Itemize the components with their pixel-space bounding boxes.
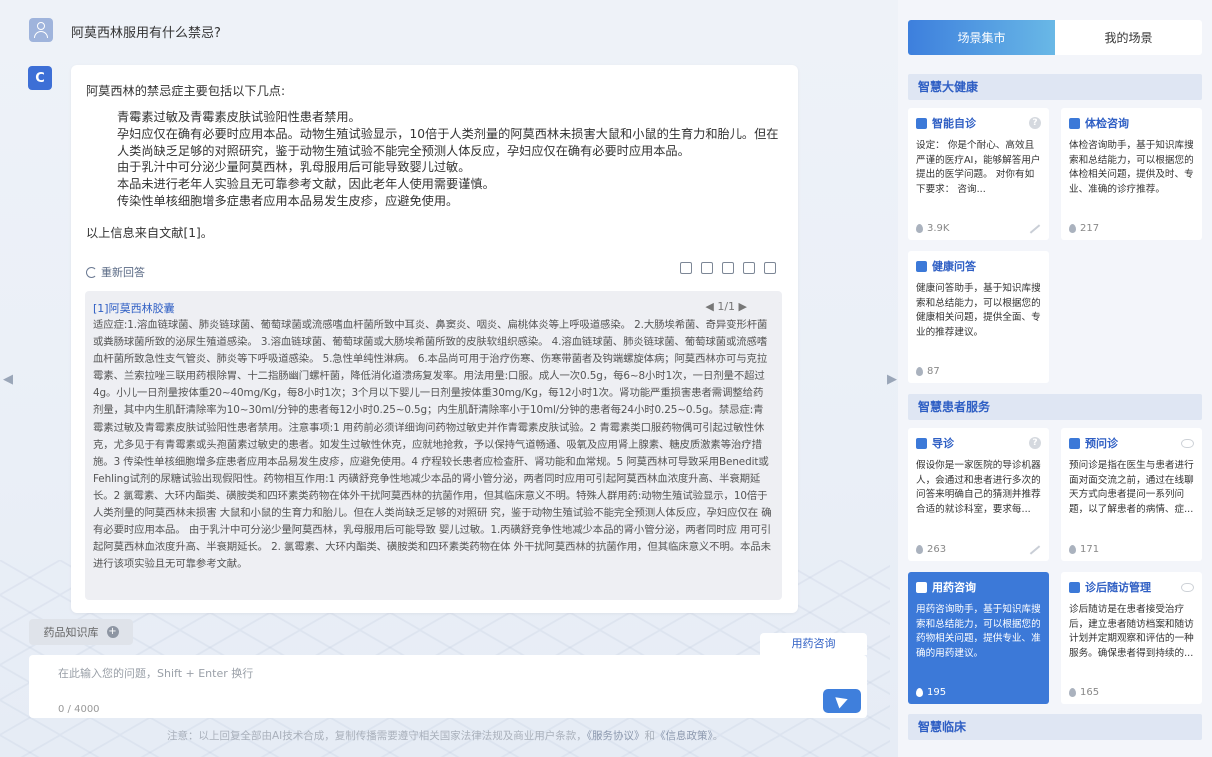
disclaimer: 注意：以上回复全部由AI技术合成，复制传播需要遵守相关国家法律法规及商业用户条款… <box>167 728 723 743</box>
card-count: 217 <box>1080 223 1100 234</box>
chat-input-box: 0 / 4000 <box>29 655 867 718</box>
eye-icon[interactable] <box>1181 582 1194 592</box>
user-question: 阿莫西林服用有什么禁忌? <box>71 26 221 41</box>
scene-card-guide[interactable]: 导诊? 假设你是一家医院的导诊机器人，会通过和患者进行多次的问答来明确自己的猜测… <box>908 428 1049 561</box>
edit-icon[interactable] <box>1029 544 1041 555</box>
answer-point: 由于乳汁中可分泌少量阿莫西林，乳母服用后可能导致婴儿过敏。 <box>117 160 471 175</box>
privacy-policy-link[interactable]: 《信息政策》 <box>655 730 713 742</box>
heat-icon <box>1069 688 1076 697</box>
card-description: 体检咨询助手，基于知识库搜索和总结能力，可以根据您的体检相关问题，提供及时、专业… <box>1069 140 1194 195</box>
send-icon <box>834 693 850 709</box>
card-count: 3.9K <box>927 223 950 234</box>
card-title: 预问诊 <box>1085 437 1118 450</box>
regenerate-button[interactable]: 重新回答 <box>86 264 145 280</box>
guide-icon <box>916 437 927 449</box>
card-description: 健康问答助手，基于知识库搜索和总结能力，可以根据您的健康相关问题，提供全面、专业… <box>916 283 1041 338</box>
answer-point: 本品未进行老年人实验且无可靠参考文献，因此老年人使用需要谨慎。 <box>117 177 495 192</box>
heat-icon <box>916 545 923 554</box>
card-title: 体检咨询 <box>1085 117 1129 130</box>
answer-point: 传染性单核细胞增多症患者应用本品易发生皮疹，应避免使用。 <box>117 193 459 208</box>
card-description: 诊后随访是在患者接受治疗后，建立患者随访档案和随访计划并定期观察和评估的一种服务… <box>1069 604 1194 659</box>
heat-icon <box>916 688 923 697</box>
answer-intro: 阿莫西林的禁忌症主要包括以下几点: <box>86 84 286 98</box>
card-description: 预问诊是指在医生与患者进行面对面交流之前，通过在线聊天方式向患者提问一系列问题，… <box>1069 460 1194 515</box>
heat-icon <box>916 367 923 376</box>
reference-body: 适应症:1.溶血链球菌、肺炎链球菌、葡萄球菌或流感嗜血杆菌所致中耳炎、鼻窦炎、咽… <box>93 319 772 571</box>
document-icon <box>916 117 927 129</box>
card-count: 171 <box>1080 544 1100 555</box>
help-icon[interactable]: ? <box>1029 117 1041 129</box>
answer-point: 孕妇应仅在确有必要时应用本品。动物生殖试验显示，10倍于人类剂量的阿莫西林未损害… <box>117 126 779 158</box>
heat-icon <box>1069 545 1076 554</box>
card-title: 健康问答 <box>932 260 976 273</box>
assistant-avatar: C <box>28 66 52 90</box>
card-description: 用药咨询助手，基于知识库搜索和总结能力，可以根据您的药物相关问题，提供专业、准确… <box>916 604 1041 659</box>
scene-panel: 场景集市 我的场景 智慧大健康 智能自诊? 设定： 你是个耐心、高效且严谨的医疗… <box>898 0 1212 757</box>
card-count: 195 <box>927 687 947 698</box>
edit-icon[interactable] <box>1029 223 1041 234</box>
answer-actions <box>680 262 776 274</box>
answer-point: 青霉素过敏及青霉素皮肤试验阳性患者禁用。 <box>117 110 361 124</box>
heat-icon <box>916 224 923 233</box>
user-card-icon[interactable] <box>680 262 692 274</box>
card-description: 假设你是一家医院的导诊机器人，会通过和患者进行多次的问答来明确自己的猜测并推荐合… <box>916 460 1041 515</box>
add-icon[interactable]: + <box>106 626 119 638</box>
scene-tabs: 场景集市 我的场景 <box>908 20 1202 55</box>
disclaimer-end: 。 <box>712 730 724 742</box>
refresh-icon <box>86 266 97 278</box>
scene-tag: 用药咨询 <box>760 633 867 655</box>
copy-icon[interactable] <box>722 262 734 274</box>
disclaimer-text: 注意：以上回复全部由AI技术合成，复制传播需要遵守相关国家法律法规及商业用户条款… <box>167 730 587 742</box>
card-count: 263 <box>927 544 947 555</box>
medication-icon <box>916 581 927 593</box>
qa-icon <box>916 260 927 272</box>
scene-card-medication[interactable]: 用药咨询 用药咨询助手，基于知识库搜索和总结能力，可以根据您的药物相关问题，提供… <box>908 572 1049 704</box>
scene-card-pre-consult[interactable]: 预问诊 预问诊是指在医生与患者进行面对面交流之前，通过在线聊天方式向患者提问一系… <box>1061 428 1202 561</box>
card-title: 诊后随访管理 <box>1085 581 1151 594</box>
card-description: 设定： 你是个耐心、高效且严谨的医疗AI，能够解答用户提出的医学问题。 对你有如… <box>916 140 1041 195</box>
regenerate-label: 重新回答 <box>101 266 145 279</box>
send-button[interactable] <box>823 689 861 713</box>
thumbs-down-icon[interactable] <box>764 262 776 274</box>
tab-my-scenes[interactable]: 我的场景 <box>1055 20 1202 55</box>
user-avatar <box>29 18 53 42</box>
section-smart-health: 智慧大健康 <box>908 74 1202 100</box>
scene-card-self-diagnosis[interactable]: 智能自诊? 设定： 你是个耐心、高效且严谨的医疗AI，能够解答用户提出的医学问题… <box>908 108 1049 240</box>
collapse-right-icon[interactable]: ▶ <box>887 372 897 387</box>
card-title: 用药咨询 <box>932 581 976 594</box>
checkup-icon <box>1069 117 1080 129</box>
share-icon[interactable] <box>701 262 713 274</box>
scene-card-checkup[interactable]: 体检咨询 体检咨询助手，基于知识库搜索和总结能力，可以根据您的体检相关问题，提供… <box>1061 108 1202 240</box>
char-count: 0 / 4000 <box>58 704 100 715</box>
knowledge-base-tab[interactable]: 药品知识库 + <box>29 619 133 645</box>
reference-pager[interactable]: ◀ 1/1 ▶ <box>705 300 747 313</box>
heat-icon <box>1069 224 1076 233</box>
reference-title[interactable]: [1]阿莫西林胶囊 <box>93 300 175 316</box>
card-count: 165 <box>1080 687 1100 698</box>
eye-icon[interactable] <box>1181 438 1194 448</box>
thumbs-up-icon[interactable] <box>743 262 755 274</box>
answer-source: 以上信息来自文献[1]。 <box>86 226 213 240</box>
card-title: 智能自诊 <box>932 117 976 130</box>
knowledge-base-label: 药品知识库 <box>43 626 99 639</box>
card-count: 87 <box>927 366 940 377</box>
chat-input[interactable] <box>58 665 818 685</box>
disclaimer-and: 和 <box>644 730 656 742</box>
calendar-icon <box>1069 581 1080 593</box>
section-smart-clinical: 智慧临床 <box>908 714 1202 740</box>
reference-box: [1]阿莫西林胶囊 ◀ 1/1 ▶ 适应症:1.溶血链球菌、肺炎链球菌、葡萄球菌… <box>85 291 782 600</box>
pre-consult-icon <box>1069 437 1080 449</box>
answer-card: 阿莫西林的禁忌症主要包括以下几点: 青霉素过敏及青霉素皮肤试验阳性患者禁用。 孕… <box>71 65 798 613</box>
scene-card-followup[interactable]: 诊后随访管理 诊后随访是在患者接受治疗后，建立患者随访档案和随访计划并定期观察和… <box>1061 572 1202 704</box>
tab-scene-market[interactable]: 场景集市 <box>908 20 1055 55</box>
section-patient-service: 智慧患者服务 <box>908 394 1202 420</box>
answer-list: 青霉素过敏及青霉素皮肤试验阳性患者禁用。 孕妇应仅在确有必要时应用本品。动物生殖… <box>117 109 785 210</box>
collapse-left-icon[interactable]: ◀ <box>3 372 13 387</box>
service-agreement-link[interactable]: 《服务协议》 <box>587 730 645 742</box>
card-title: 导诊 <box>932 437 954 450</box>
help-icon[interactable]: ? <box>1029 437 1041 449</box>
scene-card-health-qa[interactable]: 健康问答 健康问答助手，基于知识库搜索和总结能力，可以根据您的健康相关问题，提供… <box>908 251 1049 383</box>
